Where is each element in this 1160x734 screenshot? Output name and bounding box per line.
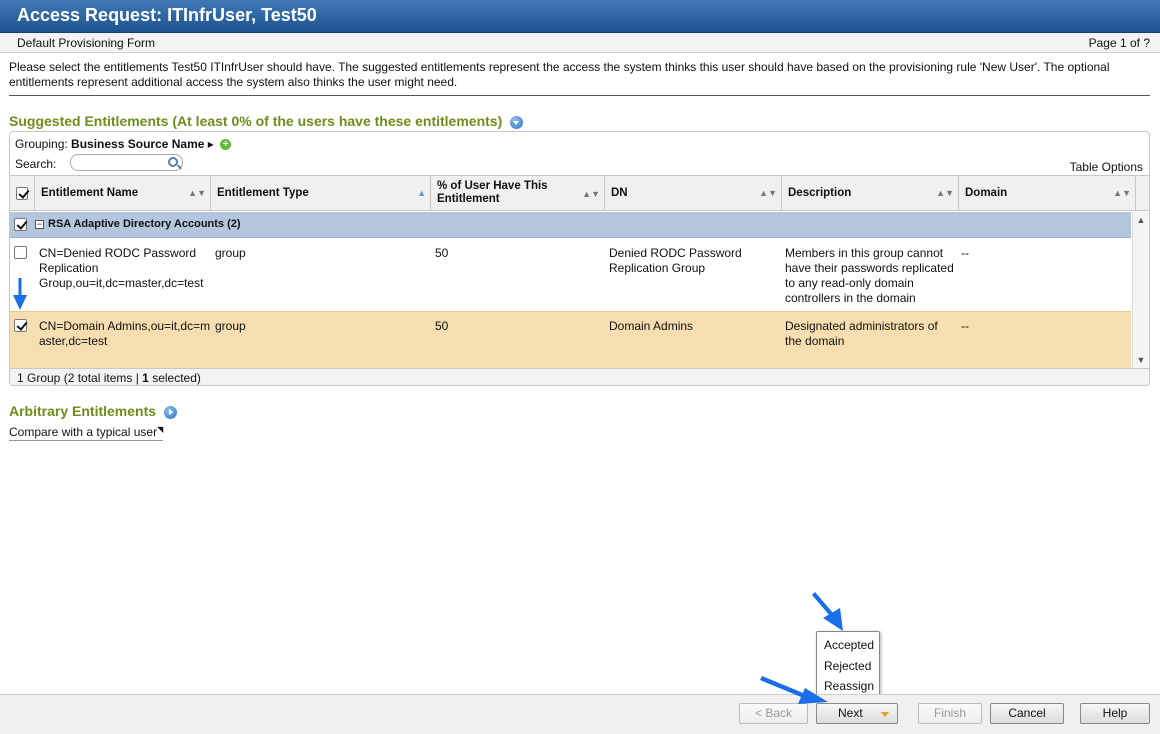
column-header-domain[interactable]: Domain ▲▼ bbox=[959, 176, 1136, 210]
search-label: Search: bbox=[15, 157, 57, 171]
column-header-description[interactable]: Description ▲▼ bbox=[782, 176, 959, 210]
domain-cell: -- bbox=[961, 319, 969, 333]
entitlement-type-cell: group bbox=[215, 246, 246, 260]
collapse-group-icon[interactable]: − bbox=[35, 220, 44, 229]
divider bbox=[9, 95, 1150, 96]
domain-cell: -- bbox=[961, 246, 969, 260]
help-button[interactable]: Help bbox=[1080, 703, 1150, 724]
select-all-checkbox[interactable] bbox=[16, 186, 28, 200]
menu-item-rejected[interactable]: Rejected bbox=[824, 659, 871, 673]
grouping-control: Grouping: Business Source Name ▸ + bbox=[15, 137, 232, 151]
grouping-arrow-icon[interactable]: ▸ bbox=[208, 137, 214, 151]
sort-icon[interactable]: ▲▼ bbox=[582, 188, 600, 201]
table-header: Entitlement Name ▲▼ Entitlement Type ▲ % o… bbox=[10, 175, 1149, 211]
expand-right-icon[interactable] bbox=[163, 405, 177, 419]
entitlements-table-panel: Grouping: Business Source Name ▸ + Searc… bbox=[9, 131, 1150, 386]
form-bar: Default Provisioning Form Page 1 of ? bbox=[0, 33, 1160, 53]
button-bar: < Back Next Finish Cancel Help bbox=[0, 694, 1160, 734]
external-link-icon: ◥ bbox=[157, 425, 164, 434]
table-scrollbar[interactable]: ▲ ▼ bbox=[1132, 212, 1149, 368]
annotation-arrow-accepted bbox=[812, 592, 843, 631]
column-header-entitlement-name[interactable]: Entitlement Name ▲▼ bbox=[35, 176, 211, 210]
sort-icon[interactable]: ▲▼ bbox=[759, 188, 777, 198]
table-footer: 1 Group (2 total items | 1 selected) bbox=[10, 368, 1149, 385]
sort-icon[interactable]: ▲▼ bbox=[188, 188, 206, 198]
compare-typical-user-link[interactable]: Compare with a typical user◥ bbox=[9, 425, 164, 441]
row-checkbox[interactable] bbox=[14, 246, 27, 259]
column-header-entitlement-type[interactable]: Entitlement Type ▲ bbox=[211, 176, 431, 210]
dropdown-arrow-icon[interactable] bbox=[881, 712, 889, 717]
entitlement-type-cell: group bbox=[215, 319, 246, 333]
dn-cell: Domain Admins bbox=[609, 319, 694, 333]
grouping-value[interactable]: Business Source Name bbox=[71, 137, 204, 151]
expand-icon[interactable] bbox=[510, 115, 524, 129]
grouping-label: Grouping: bbox=[15, 137, 68, 151]
table-row[interactable]: CN=Denied RODC Password Replication Grou… bbox=[10, 239, 1131, 311]
column-header-dn[interactable]: DN ▲▼ bbox=[605, 176, 782, 210]
row-checkbox[interactable] bbox=[14, 319, 27, 332]
table-row-selected[interactable]: CN=Domain Admins,ou=it,dc=master,dc=test… bbox=[10, 311, 1131, 368]
column-header-percent[interactable]: % of User Have This Entitlement ▲▼ bbox=[431, 176, 605, 210]
menu-item-reassign[interactable]: Reassign bbox=[824, 679, 874, 693]
window-title: Access Request: ITInfrUser, Test50 bbox=[17, 5, 317, 25]
description-cell: Designated administrators of the domain bbox=[785, 319, 938, 348]
suggested-entitlements-heading: Suggested Entitlements (At least 0% of t… bbox=[9, 113, 524, 129]
entitlement-name-cell: CN=Denied RODC Password Replication Grou… bbox=[39, 246, 204, 290]
next-dropdown-menu: Accepted Rejected Reassign bbox=[816, 631, 880, 698]
back-button[interactable]: < Back bbox=[739, 703, 808, 724]
sort-icon[interactable]: ▲▼ bbox=[936, 188, 954, 198]
page-info: Page 1 of ? bbox=[1088, 36, 1150, 50]
percent-cell: 50 bbox=[435, 319, 449, 333]
entitlement-name-cell: CN=Domain Admins,ou=it,dc=master,dc=test bbox=[39, 319, 211, 348]
selected-count: 1 bbox=[142, 371, 149, 385]
finish-button[interactable]: Finish bbox=[918, 703, 982, 724]
select-all-header bbox=[10, 176, 35, 210]
suggested-entitlements-title: Suggested Entitlements (At least 0% of t… bbox=[9, 113, 503, 129]
group-checkbox[interactable] bbox=[14, 218, 27, 231]
group-row[interactable]: − RSA Adaptive Directory Accounts (2) bbox=[10, 212, 1131, 238]
search-input[interactable] bbox=[70, 154, 183, 171]
add-grouping-icon[interactable]: + bbox=[220, 139, 232, 151]
search-icon[interactable] bbox=[168, 157, 178, 167]
dn-cell: Denied RODC Password Replication Group bbox=[609, 246, 742, 275]
arbitrary-entitlements-title: Arbitrary Entitlements bbox=[9, 403, 157, 419]
table-options-link[interactable]: Table Options bbox=[1070, 160, 1143, 174]
scroll-down-icon[interactable]: ▼ bbox=[1135, 354, 1147, 366]
form-name: Default Provisioning Form bbox=[17, 36, 156, 50]
percent-cell: 50 bbox=[435, 246, 449, 260]
cancel-button[interactable]: Cancel bbox=[990, 703, 1064, 724]
sort-ascending-icon[interactable]: ▲ bbox=[417, 188, 426, 198]
next-button[interactable]: Next bbox=[816, 703, 898, 724]
instructions-text: Please select the entitlements Test50 IT… bbox=[9, 60, 1110, 89]
title-bar: Access Request: ITInfrUser, Test50 bbox=[0, 0, 1160, 33]
description-cell: Members in this group cannot have their … bbox=[785, 246, 954, 305]
scroll-up-icon[interactable]: ▲ bbox=[1135, 214, 1147, 226]
menu-item-accepted[interactable]: Accepted bbox=[824, 638, 874, 652]
group-label: RSA Adaptive Directory Accounts (2) bbox=[48, 218, 241, 230]
sort-icon[interactable]: ▲▼ bbox=[1113, 188, 1131, 198]
arbitrary-entitlements-heading: Arbitrary Entitlements bbox=[9, 403, 177, 419]
